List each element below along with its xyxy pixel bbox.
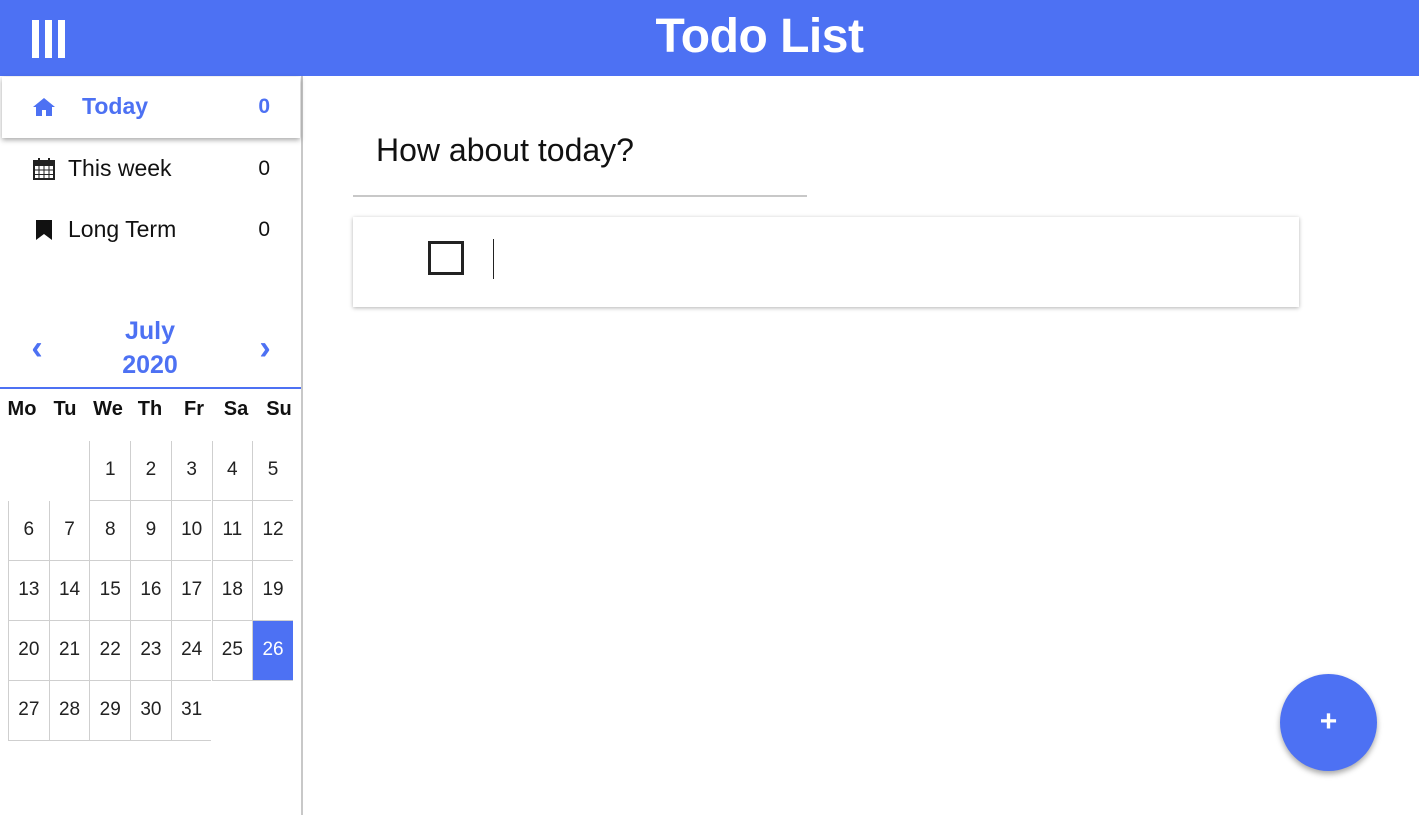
calendar-day[interactable]: 28 [48,681,90,741]
calendar-days-grid: 1 2 3 4 5 6 7 8 9 10 11 12 13 14 15 16 17 18 19 20 21 22 23 24 2… [8,441,293,741]
calendar-day[interactable]: 24 [170,621,212,681]
todo-item-card [353,217,1299,307]
calendar-month: July [124,317,176,345]
calendar-day[interactable]: 20 [8,621,49,681]
calendar-day-selected[interactable]: 26 [252,621,293,681]
calendar-day[interactable]: 14 [48,561,90,621]
sidebar-item-label: Today [82,93,149,119]
calendar-day[interactable]: 16 [130,561,171,621]
calendar-day[interactable]: 22 [89,621,131,681]
sidebar-item-count: 0 [258,157,270,180]
chevron-left-icon[interactable]: ‹ [22,329,52,368]
home-icon [32,95,56,119]
weekday-label: We [93,398,123,420]
weekday-label: Fr [184,398,204,420]
calendar-day[interactable]: 27 [8,681,49,741]
sidebar: Today 0 This week 0 Long Term 0 ‹ July 2… [0,76,303,815]
sidebar-item-label: This week [68,155,172,181]
calendar-day[interactable]: 10 [170,501,212,561]
calendar-icon [32,157,56,181]
sidebar-item-this-week[interactable]: This week 0 [2,139,300,200]
calendar-day[interactable]: 2 [130,441,171,501]
calendar-day[interactable]: 29 [89,681,131,741]
page-title: How about today? [376,132,634,168]
calendar-day[interactable]: 31 [170,681,212,741]
sidebar-item-count: 0 [258,95,270,118]
calendar-weekdays: Mo Tu We Th Fr Sa Su [0,398,301,428]
heading-divider [353,195,807,197]
sidebar-item-label: Long Term [68,216,177,242]
calendar-day[interactable]: 21 [48,621,90,681]
calendar-day[interactable]: 4 [211,441,253,501]
calendar-day[interactable]: 23 [130,621,171,681]
app-title: Todo List [655,10,864,63]
bookmark-icon [32,218,56,242]
weekday-label: Tu [53,398,77,420]
calendar-day[interactable]: 12 [252,501,293,561]
calendar-year: 2020 [122,351,178,379]
calendar-day[interactable]: 30 [130,681,171,741]
calendar-day[interactable]: 17 [170,561,212,621]
app-header: Todo List [0,0,1419,76]
calendar-day[interactable]: 1 [89,441,131,501]
weekday-label: Mo [7,398,37,420]
add-todo-button[interactable]: + [1280,674,1377,771]
calendar-day[interactable]: 3 [170,441,212,501]
calendar-day[interactable]: 19 [252,561,293,621]
calendar-day[interactable]: 8 [89,501,131,561]
sidebar-item-today[interactable]: Today 0 [2,77,300,138]
calendar-day[interactable]: 6 [8,501,49,561]
main-content: How about today? [303,76,1419,815]
weekday-label: Sa [223,398,249,420]
sidebar-item-long-term[interactable]: Long Term 0 [2,200,300,261]
calendar-day[interactable]: 7 [48,501,90,561]
weekday-label: Th [137,398,163,420]
calendar-day[interactable]: 25 [211,621,253,681]
calendar-day[interactable]: 5 [252,441,293,501]
calendar-day[interactable]: 18 [211,561,253,621]
chevron-right-icon[interactable]: › [250,329,280,368]
calendar-header: ‹ July 2020 › [0,311,301,389]
todo-text-input[interactable] [493,239,1273,279]
todo-checkbox[interactable] [428,241,464,275]
sidebar-item-count: 0 [258,218,270,241]
calendar-day[interactable]: 11 [211,501,253,561]
weekday-label: Su [266,398,292,420]
calendar-day[interactable]: 13 [8,561,49,621]
calendar-day[interactable]: 15 [89,561,131,621]
calendar-day[interactable]: 9 [130,501,171,561]
